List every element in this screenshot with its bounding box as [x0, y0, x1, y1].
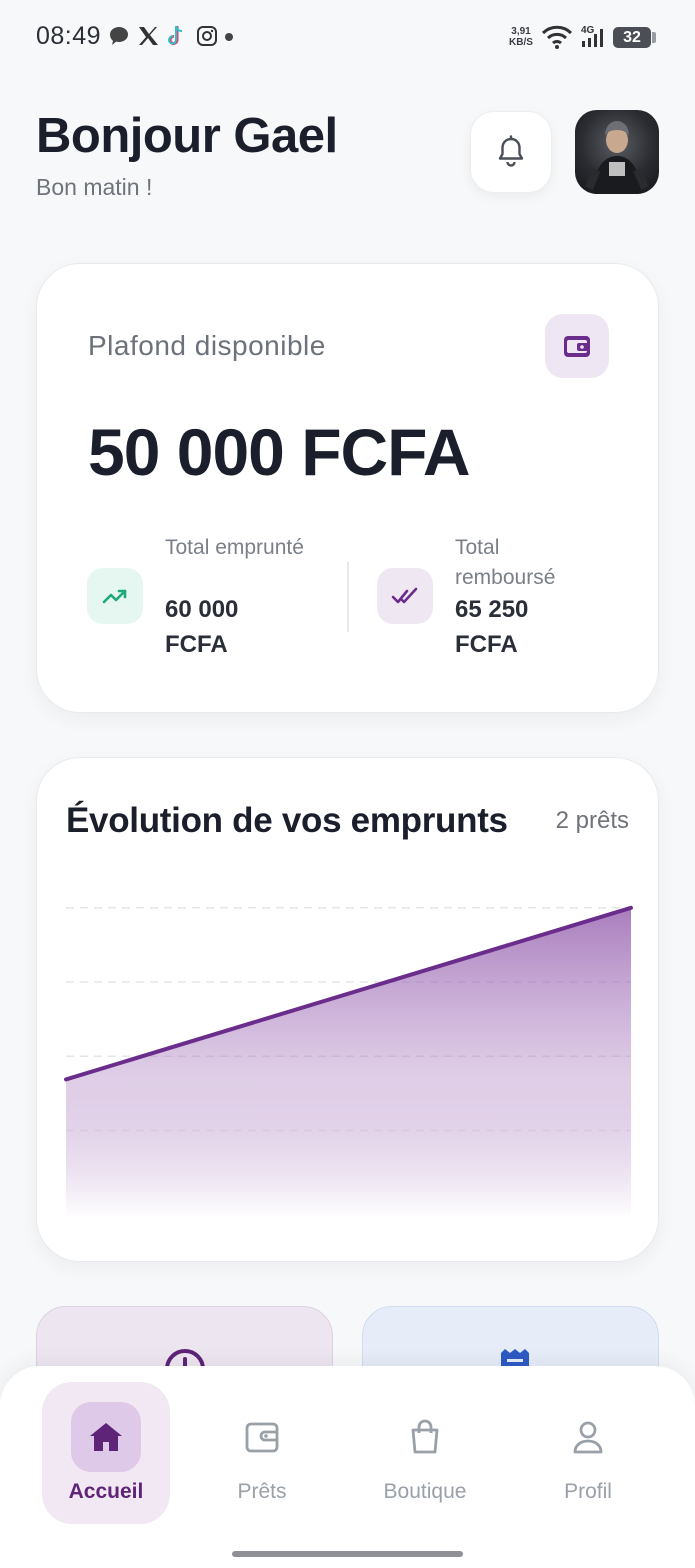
wifi-icon — [541, 24, 573, 55]
double-check-icon — [391, 587, 418, 604]
x-icon — [137, 24, 159, 53]
network-speed: 3,91 KB/S — [508, 26, 534, 48]
chart-title: Évolution de vos emprunts — [66, 801, 508, 840]
repaid-badge — [377, 568, 433, 624]
total-borrowed-value: 60 000 FCFA — [165, 596, 239, 658]
network-speed-value: 3,91 — [511, 26, 531, 37]
nav-label: Prêts — [237, 1480, 287, 1503]
wallet-icon — [245, 1422, 279, 1453]
nav-label: Accueil — [68, 1480, 144, 1503]
nav-label: Profil — [564, 1480, 612, 1503]
greeting-subtitle: Bon matin ! — [36, 174, 153, 200]
nav-item-prets[interactable]: Prêts — [198, 1382, 326, 1524]
wallet-icon — [564, 336, 590, 357]
status-time: 08:49 — [36, 22, 102, 50]
wallet-badge — [545, 314, 609, 378]
instagram-icon — [196, 24, 218, 53]
nav-icon-container — [227, 1402, 297, 1472]
nav-item-accueil[interactable]: Accueil — [42, 1382, 170, 1524]
stat-divider — [347, 562, 349, 632]
nav-icon-container — [553, 1402, 623, 1472]
total-borrowed-label: Total emprunté — [165, 536, 304, 559]
battery-indicator: 32 — [613, 27, 651, 48]
greeting-title: Bonjour Gael — [36, 109, 338, 163]
notifications-button[interactable] — [470, 111, 552, 193]
network-speed-unit: KB/S — [509, 37, 533, 48]
borrowed-badge — [87, 568, 143, 624]
credit-limit-amount: 50 000 FCFA — [88, 415, 471, 489]
nav-icon-container — [390, 1402, 460, 1472]
status-bar: 08:49 3,91 KB/S 4G 32 — [0, 0, 695, 76]
loan-count: 2 prêts — [555, 807, 629, 834]
cellular-signal-icon: 4G — [580, 24, 606, 55]
battery-tip — [652, 32, 656, 43]
bell-icon — [498, 135, 524, 167]
nav-item-boutique[interactable]: Boutique — [361, 1382, 489, 1524]
trending-up-icon — [102, 589, 127, 604]
chart-area-fill — [66, 907, 631, 1218]
user-icon — [573, 1421, 603, 1454]
network-type: 4G — [581, 25, 595, 36]
avatar[interactable] — [575, 110, 659, 194]
nav-label: Boutique — [383, 1480, 467, 1503]
credit-limit-card: Plafond disponible 50 000 FCFA Total emp… — [36, 263, 659, 713]
notification-dot — [225, 33, 233, 41]
home-screen: 08:49 3,91 KB/S 4G 32 Bonjour Gael Bon m… — [0, 0, 695, 1568]
nav-item-profil[interactable]: Profil — [524, 1382, 652, 1524]
loans-chart-card: Évolution de vos emprunts 2 prêts — [36, 757, 659, 1262]
bottom-navigation: Accueil Prêts Boutique Profil — [0, 1366, 695, 1568]
home-indicator — [232, 1551, 463, 1557]
nav-icon-container — [71, 1402, 141, 1472]
message-icon — [108, 24, 130, 53]
total-repaid-label: Total remboursé — [455, 536, 556, 589]
shopping-bag-icon — [411, 1419, 439, 1454]
credit-limit-label: Plafond disponible — [88, 330, 326, 361]
avatar-photo — [585, 121, 649, 194]
total-repaid-value: 65 250 FCFA — [455, 596, 529, 658]
tiktok-icon — [166, 24, 188, 53]
home-icon — [90, 1423, 122, 1451]
